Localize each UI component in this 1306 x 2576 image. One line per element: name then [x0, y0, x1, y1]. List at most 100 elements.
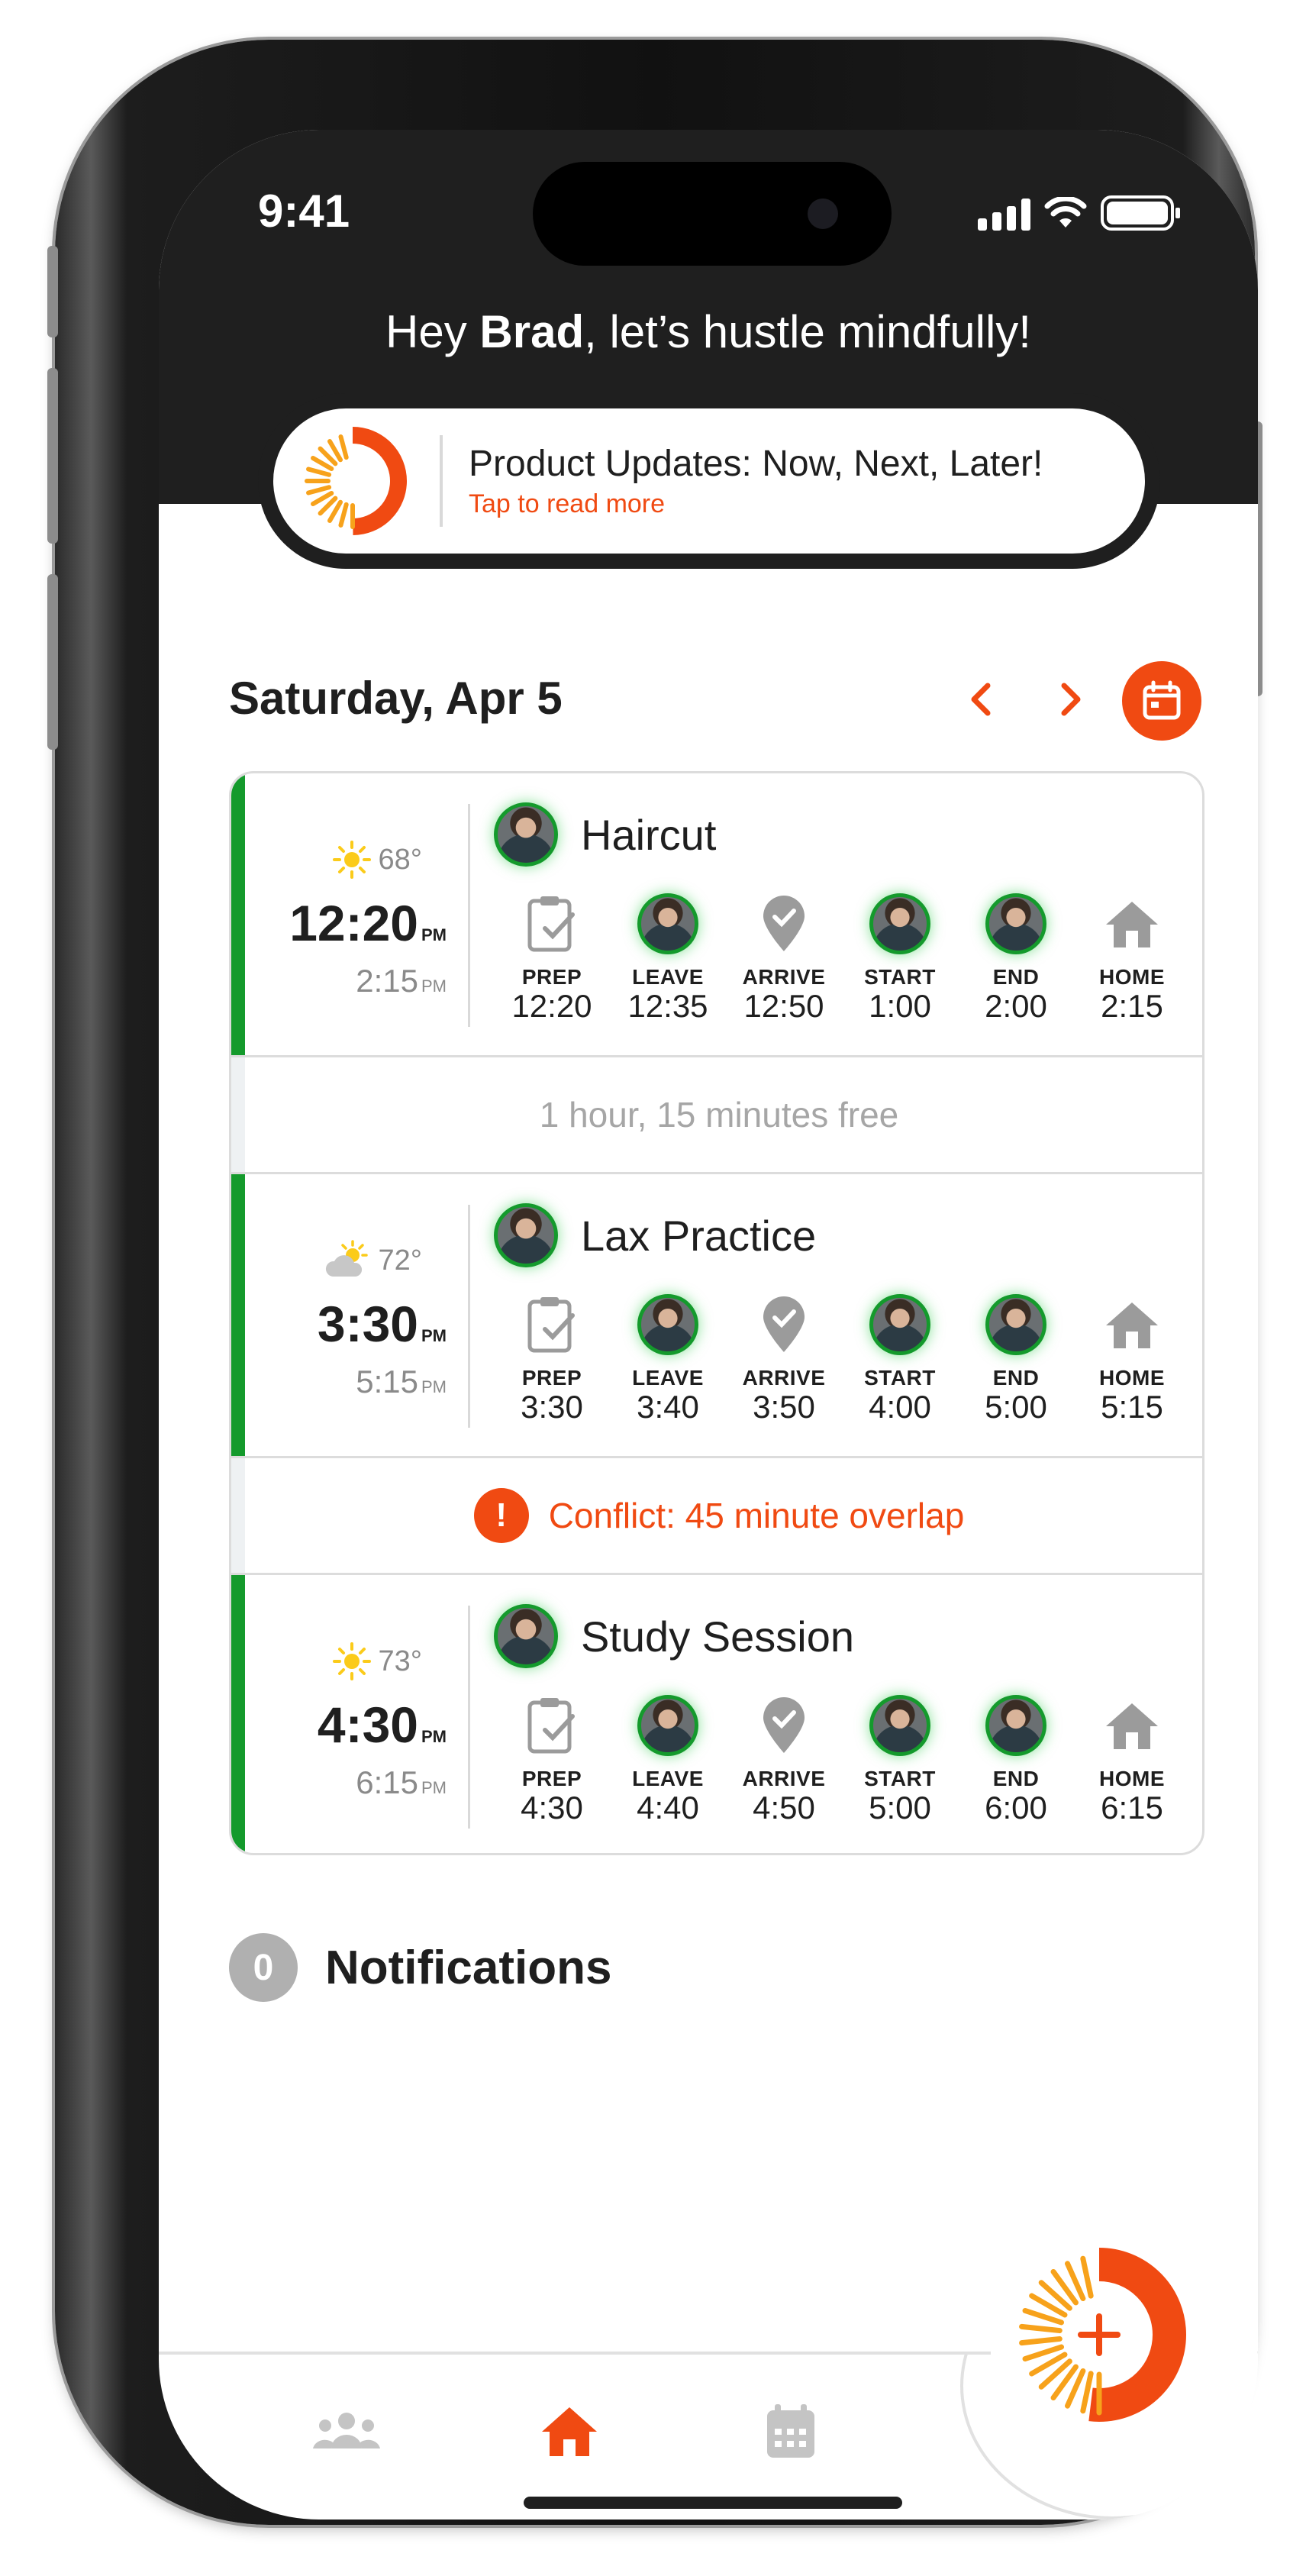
- notification-count-badge: 0: [229, 1933, 298, 2002]
- location-check-icon: [763, 896, 805, 951]
- location-check-icon: [763, 1697, 805, 1753]
- event-card[interactable]: 68° 12:20PM 2:15PM Haircut PREP12:20: [231, 773, 1202, 1057]
- calendar-icon: [1143, 680, 1181, 720]
- clipboard-check-icon: [527, 1698, 575, 1754]
- event-status-bar: [231, 773, 245, 1057]
- tab-home[interactable]: [531, 2397, 608, 2466]
- people-icon: [313, 2413, 380, 2448]
- battery-icon: [1101, 195, 1180, 231]
- event-card[interactable]: 72° 3:30 PM 5:15 PM Lax Practice PREP 3:30: [231, 1174, 1202, 1458]
- event-start-time: 4:30 PM: [317, 1696, 447, 1753]
- step-home[interactable]: HOME 6:15: [1074, 1693, 1190, 1825]
- app-screen: 9:41 Hey Brad, let’s hustle mindfully! P…: [159, 130, 1258, 2520]
- step-arrive[interactable]: ARRIVE 4:50: [726, 1693, 842, 1825]
- banner-link[interactable]: Tap to read more: [469, 489, 1043, 519]
- calendar-grid-icon: [767, 2404, 814, 2458]
- tabbar-divider: [159, 2352, 991, 2355]
- event-end-time: 6:15 PM: [356, 1764, 447, 1800]
- step-home[interactable]: HOME 5:15: [1074, 1293, 1190, 1424]
- step-start[interactable]: START 5:00: [842, 1693, 958, 1825]
- avatar: [869, 1294, 930, 1355]
- step-end[interactable]: END 2:00: [958, 892, 1074, 1023]
- conflict-row[interactable]: ! Conflict: 45 minute overlap: [231, 1456, 1202, 1575]
- step-prep[interactable]: PREP 3:30: [494, 1293, 610, 1424]
- event-time-column: 73° 4:30 PM 6:15 PM: [245, 1575, 468, 1853]
- dynamic-island: [533, 162, 892, 266]
- product-updates-banner[interactable]: Product Updates: Now, Next, Later! Tap t…: [258, 393, 1160, 569]
- cellular-signal-icon: [978, 199, 1030, 231]
- wifi-icon: [1044, 197, 1087, 228]
- event-header: Lax Practice: [494, 1203, 816, 1267]
- step-end[interactable]: END 5:00: [958, 1293, 1074, 1424]
- notifications-header[interactable]: 0 Notifications: [229, 1933, 611, 2002]
- step-arrive[interactable]: ARRIVE 12:50: [726, 892, 842, 1023]
- event-steps: PREP 3:30 LEAVE 3:40 ARRIVE 3:50 START 4:00: [494, 1293, 1190, 1424]
- temperature: 73°: [378, 1645, 422, 1677]
- logo-ring-icon: [298, 427, 407, 535]
- volume-down-button: [47, 574, 58, 750]
- alert-icon: !: [473, 1488, 529, 1543]
- free-time-row: 1 hour, 15 minutes free: [231, 1055, 1202, 1174]
- chevron-right-icon[interactable]: [1047, 676, 1093, 722]
- column-divider: [468, 1205, 470, 1428]
- step-end[interactable]: END 6:00: [958, 1693, 1074, 1825]
- home-icon: [1106, 902, 1158, 947]
- step-leave[interactable]: LEAVE 3:40: [610, 1293, 726, 1424]
- chevron-left-icon[interactable]: [959, 676, 1004, 722]
- step-start[interactable]: START 1:00: [842, 892, 958, 1023]
- event-header: Study Session: [494, 1604, 854, 1668]
- weather: 68°: [331, 839, 422, 880]
- event-status-bar: [231, 1174, 245, 1458]
- step-home[interactable]: HOME 2:15: [1074, 892, 1190, 1023]
- status-icons: [978, 195, 1180, 231]
- event-card[interactable]: 73° 4:30 PM 6:15 PM Study Session PREP 4:30: [231, 1575, 1202, 1853]
- avatar: [637, 893, 698, 954]
- camera-icon: [808, 199, 838, 229]
- plus-icon: [1012, 2248, 1186, 2422]
- home-icon: [542, 2407, 597, 2456]
- event-steps: PREP 12:20 LEAVE 12:35 ARRIVE 12:50 START 1:…: [494, 892, 1190, 1023]
- avatar: [985, 1294, 1046, 1355]
- step-prep[interactable]: PREP 12:20: [494, 892, 610, 1023]
- event-start-time: 3:30 PM: [317, 1296, 447, 1352]
- notifications-title: Notifications: [325, 1941, 612, 1994]
- sun-icon: [332, 841, 371, 879]
- calendar-button[interactable]: [1122, 661, 1201, 741]
- event-title: Lax Practice: [581, 1211, 817, 1260]
- schedule-card: 68° 12:20PM 2:15PM Haircut PREP12:20: [229, 771, 1204, 1855]
- step-leave[interactable]: LEAVE 4:40: [610, 1693, 726, 1825]
- user-name: Brad: [479, 306, 585, 357]
- partly-cloudy-icon: [325, 1240, 368, 1277]
- greeting: Hey Brad, let’s hustle mindfully!: [385, 306, 1031, 357]
- step-prep[interactable]: PREP 4:30: [494, 1693, 610, 1825]
- banner-title: Product Updates: Now, Next, Later!: [469, 444, 1043, 484]
- event-steps: PREP 4:30 LEAVE 4:40 ARRIVE 4:50 START 5:00: [494, 1693, 1190, 1825]
- conflict-text: Conflict: 45 minute overlap: [548, 1496, 965, 1535]
- event-end-time: 5:15 PM: [356, 1364, 447, 1399]
- avatar: [985, 1695, 1046, 1756]
- step-leave[interactable]: LEAVE 12:35: [610, 892, 726, 1023]
- event-start-time: 12:20 PM: [289, 895, 447, 951]
- banner-text: Product Updates: Now, Next, Later! Tap t…: [469, 443, 1043, 519]
- add-button[interactable]: [1001, 2237, 1197, 2432]
- phone-frame: 9:41 Hey Brad, let’s hustle mindfully! P…: [47, 40, 1262, 2525]
- step-arrive[interactable]: ARRIVE 3:50: [726, 1293, 842, 1424]
- clipboard-check-icon: [527, 1297, 575, 1353]
- event-end-time: 2:15 PM: [356, 963, 447, 999]
- home-indicator[interactable]: [524, 2497, 902, 2509]
- date-title: Saturday, Apr 5: [229, 673, 563, 724]
- avatar: [494, 1203, 558, 1267]
- free-time-text: 1 hour, 15 minutes free: [539, 1095, 899, 1135]
- banner-divider: [440, 435, 443, 527]
- weather: 73°: [331, 1641, 422, 1682]
- event-time-column: 68° 12:20 PM 2:15 PM: [245, 773, 468, 1057]
- clipboard-check-icon: [527, 896, 575, 952]
- tab-people[interactable]: [308, 2397, 385, 2466]
- column-divider: [468, 804, 470, 1027]
- mute-switch: [47, 246, 58, 337]
- avatar: [494, 1604, 558, 1668]
- tab-calendar[interactable]: [753, 2397, 829, 2466]
- avatar: [494, 802, 558, 867]
- step-start[interactable]: START 4:00: [842, 1293, 958, 1424]
- event-status-bar: [231, 1575, 245, 1853]
